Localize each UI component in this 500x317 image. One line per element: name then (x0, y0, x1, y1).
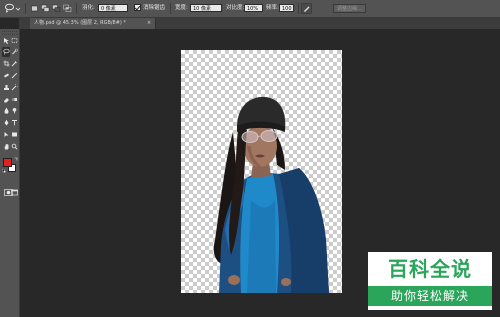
shape-tool-button[interactable] (10, 129, 18, 139)
swap-colors-icon[interactable] (14, 157, 18, 161)
anti-alias-label: 消除锯齿 (143, 5, 166, 11)
shape-tool-icon (11, 132, 17, 137)
move-tool-icon (3, 37, 9, 44)
separator (170, 3, 171, 14)
chevron-down-icon[interactable] (15, 3, 21, 14)
marquee-tool-icon (11, 37, 17, 43)
anti-alias-checkbox[interactable] (134, 4, 141, 11)
watermark-subtitle: 助你轻松解决 (368, 286, 492, 306)
hand-tool-icon (4, 143, 8, 150)
new-selection-icon[interactable] (30, 3, 39, 14)
lasso-preset-icon[interactable] (4, 3, 15, 14)
width-input[interactable]: 10 像素 (190, 4, 222, 12)
healing-brush-icon (3, 73, 9, 78)
dodge-tool-button[interactable] (10, 106, 18, 116)
clone-stamp-icon (3, 84, 9, 90)
zoom-tool-icon (11, 143, 18, 150)
separator (76, 3, 77, 14)
close-tab-icon[interactable]: × (147, 20, 151, 27)
history-brush-icon (11, 83, 18, 91)
stylus-pressure-icon[interactable] (301, 3, 312, 14)
crop-tool-icon (3, 60, 9, 67)
dodge-tool-icon (12, 108, 16, 114)
document-tab[interactable]: 人物.psd @ 45.3% (图层 2, RGB/8#) * × (30, 18, 156, 29)
watermark: 百科全说 助你轻松解决 (368, 252, 492, 310)
gradient-tool-icon (11, 97, 17, 101)
frequency-input[interactable]: 100 (279, 4, 294, 12)
eyedropper-tool-button[interactable] (10, 59, 18, 69)
frequency-label: 频率: (266, 5, 279, 11)
document-tab-title: 人物.psd @ 45.3% (图层 2, RGB/8#) * (34, 20, 126, 26)
foreground-color-swatch[interactable] (3, 158, 12, 167)
document-tab-bar: 人物.psd @ 45.3% (图层 2, RGB/8#) * × (19, 18, 500, 29)
move-tool-button[interactable] (2, 35, 10, 45)
quick-select-tool-button[interactable] (10, 47, 18, 57)
zoom-tool-button[interactable] (10, 141, 18, 151)
history-brush-button[interactable] (10, 82, 18, 92)
brush-tool-button[interactable] (10, 70, 18, 80)
screen-mode-button[interactable] (11, 181, 18, 196)
feather-input[interactable]: 0 像素 (98, 4, 128, 12)
hand-tool-button[interactable] (2, 141, 10, 151)
marquee-tool-button[interactable] (10, 35, 18, 45)
gradient-tool-button[interactable] (10, 94, 18, 104)
width-label: 宽度: (175, 5, 188, 11)
contrast-input[interactable]: 10% (244, 4, 263, 12)
crop-tool-button[interactable] (2, 59, 10, 69)
default-colors-icon[interactable] (2, 169, 6, 173)
watermark-title: 百科全说 (388, 257, 472, 281)
type-tool-icon (11, 120, 17, 126)
healing-brush-button[interactable] (2, 70, 10, 80)
feather-label: 羽化: (82, 5, 95, 11)
color-swatches (2, 157, 18, 174)
add-selection-icon[interactable] (41, 3, 50, 14)
separator (298, 3, 299, 14)
type-tool-button[interactable] (10, 118, 18, 128)
options-bar: 羽化: 0 像素 消除锯齿 宽度: 10 像素 对比度: 10% 频率: 100… (0, 0, 500, 18)
refine-edge-button[interactable]: 调整边缘... (333, 4, 366, 13)
screen-mode-icon (11, 189, 18, 196)
blur-tool-icon (4, 108, 8, 115)
eyedropper-tool-icon (11, 61, 17, 67)
person-cutout-image (213, 96, 329, 293)
brush-tool-icon (11, 72, 17, 79)
separator (25, 3, 26, 14)
tools-panel (0, 29, 20, 317)
lasso-tool-button[interactable] (2, 46, 10, 57)
eraser-tool-icon (3, 97, 9, 102)
blur-tool-button[interactable] (2, 106, 10, 116)
lasso-tool-icon (2, 49, 10, 55)
pen-tool-button[interactable] (2, 118, 10, 128)
clone-stamp-button[interactable] (2, 82, 10, 92)
path-select-icon (4, 131, 8, 137)
eraser-tool-button[interactable] (2, 94, 10, 104)
intersect-selection-icon[interactable] (63, 3, 72, 14)
quick-select-tool-icon (11, 49, 18, 55)
pen-tool-icon (4, 119, 8, 126)
document-canvas[interactable] (181, 50, 342, 293)
path-select-button[interactable] (2, 129, 10, 139)
contrast-label: 对比度: (226, 5, 245, 11)
subtract-selection-icon[interactable] (52, 3, 61, 14)
